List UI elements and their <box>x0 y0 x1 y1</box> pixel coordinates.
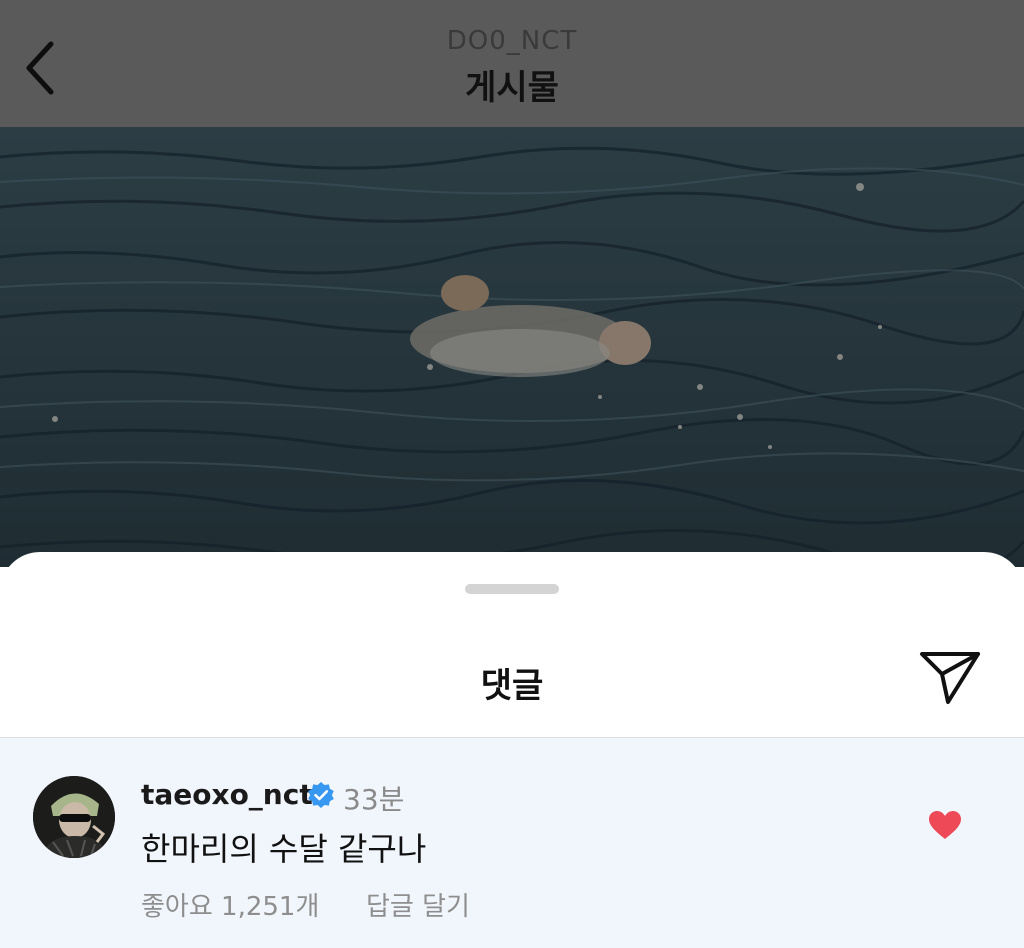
sheet-title: 댓글 <box>480 666 544 706</box>
reply-button[interactable]: 답글 달기 <box>366 886 470 923</box>
comment-username[interactable]: taeoxo_nct <box>141 778 313 811</box>
avatar-image <box>33 776 115 858</box>
comment-like-count[interactable]: 좋아요 1,251개 <box>141 886 319 923</box>
verified-badge-icon <box>307 781 335 809</box>
share-button[interactable] <box>918 648 982 708</box>
like-button[interactable] <box>928 810 962 840</box>
heart-icon <box>929 811 961 839</box>
page-title: 게시물 <box>465 68 559 108</box>
comment-text: 한마리의 수달 같구나 <box>141 830 427 868</box>
post-header: DO0_NCT 게시물 <box>0 0 1024 127</box>
avatar[interactable] <box>33 776 115 858</box>
sea-swimmer-photo <box>0 127 1024 567</box>
paper-plane-icon <box>920 652 980 704</box>
post-image[interactable] <box>0 127 1024 567</box>
comment-time: 33분 <box>343 783 405 816</box>
header-username: DO0_NCT <box>446 26 578 56</box>
comment-item[interactable]: taeoxo_nct 33분 한마리의 수달 같구나 좋아요 1,251개 답글… <box>0 738 1024 948</box>
sheet-drag-handle[interactable] <box>465 584 559 594</box>
